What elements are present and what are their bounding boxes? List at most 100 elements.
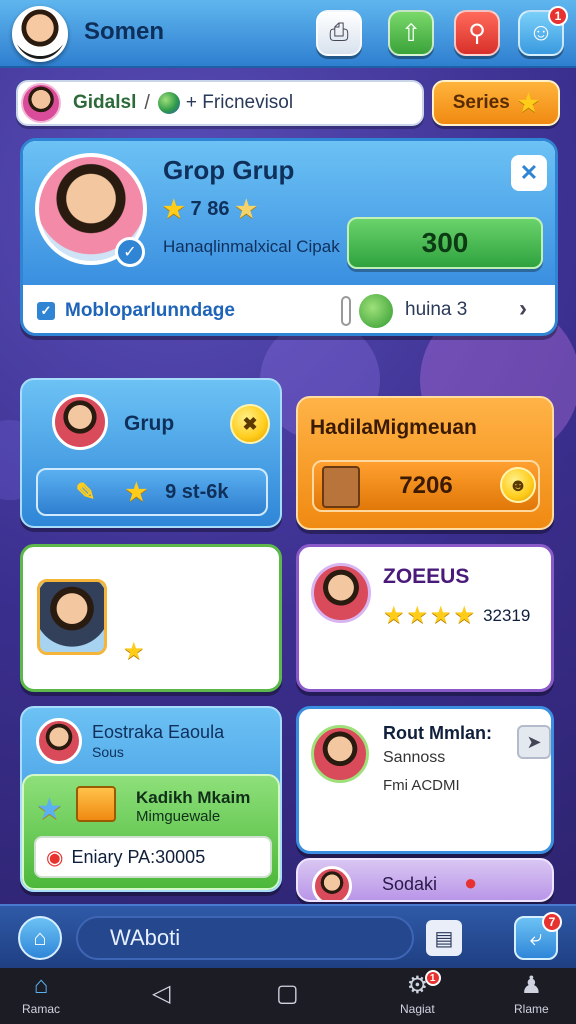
nav-settings-label: Nagiat [400, 1002, 435, 1016]
zoeeus-title: ZOEEUS [383, 565, 470, 588]
home-icon: ⌂ [33, 972, 49, 999]
nav-overview[interactable]: ▢ [276, 980, 299, 1008]
zoeeus-tile[interactable]: ZOEEUS ★ ★ ★ ★ 32319 [296, 544, 554, 692]
star-icon: ★ [163, 196, 185, 223]
chat-bubble-icon: ☺ [528, 19, 554, 46]
eauba-stars-row: ★ [123, 637, 149, 666]
close-icon: ✕ [519, 160, 539, 185]
chest-icon [322, 466, 360, 508]
home-icon: ⌂ [33, 925, 47, 950]
sodaki-tile[interactable]: Sodaki ● [296, 858, 554, 902]
share-badge: 7 [542, 912, 562, 932]
zoeeus-rating: ★ ★ ★ ★ 32319 [383, 601, 530, 630]
person-icon: ♟ [520, 972, 543, 999]
nav-settings[interactable]: ⚙ Nagiat 1 [400, 970, 441, 1016]
printer-button[interactable]: ⎙ [316, 10, 362, 56]
coin-icon: ☻ [500, 467, 536, 503]
festrak-title: Eostraka Eaoula [92, 722, 225, 742]
star-icon: ★ [406, 602, 429, 629]
star-outline-icon: ★ [235, 196, 257, 223]
document-button[interactable]: ▤ [426, 920, 462, 956]
profile-header: ✓ Grop Grup ★ 7 86 ★ Hanaqlinmalxical Ci… [23, 141, 555, 285]
home-upload-button[interactable]: ⇧ [388, 10, 434, 56]
chat-button[interactable]: ☺ 1 [518, 6, 568, 56]
group-avatar [52, 394, 108, 450]
search-subtext: + Fricnevisol [185, 92, 294, 113]
kadikh-code-field[interactable]: ◉ Eniary PA:30005 [34, 836, 272, 878]
nav-profile[interactable]: ♟ Rlame [514, 972, 549, 1016]
festrak-tile[interactable]: Eostraka Eaoula Sous ★ Kadikh Mkaim Mimg… [20, 706, 282, 892]
kadikh-sub: Mimguewale [136, 808, 221, 825]
balloon-icon: ● [464, 870, 478, 895]
search-avatar [21, 83, 61, 123]
rout-avatar [311, 725, 369, 783]
checkbox-label: Mobloparlunndage [65, 300, 235, 321]
option-value: huina 3 [405, 299, 468, 320]
nav-back[interactable]: ◁ [152, 980, 170, 1008]
option-checkbox[interactable]: ✓ [37, 302, 55, 320]
printer-icon: ⎙ [329, 19, 349, 46]
sodaki-title: Sodaki [382, 874, 438, 894]
zoeeus-avatar [311, 563, 371, 623]
chevron-right-icon[interactable]: › [519, 295, 527, 323]
reward-value: 7206 [399, 472, 453, 499]
score-button[interactable]: 300 [347, 217, 543, 269]
rout-line1: Sannoss [383, 749, 446, 766]
group-tile[interactable]: Grup ✖ ✎ ★ 9 st-6k [20, 378, 282, 528]
nav-home[interactable]: ⌂ Ramac [22, 972, 60, 1016]
search-separator: / [144, 91, 150, 114]
square-icon: ▢ [276, 980, 299, 1007]
festrak-avatar [36, 718, 82, 764]
star-icon: ★ [125, 478, 148, 506]
zoeeus-value: 32319 [483, 605, 531, 625]
home-button[interactable]: ⌂ [18, 916, 62, 960]
kadikh-code: Eniary PA:30005 [71, 846, 206, 867]
rout-title: Rout Mmlan: [383, 723, 492, 743]
share-arrow-icon: ⤶ [529, 925, 543, 950]
kadikh-title: Kadikh Mkaim [136, 788, 251, 807]
reward-tile[interactable]: HadilaMigmeuan 7206 ☻ [296, 396, 554, 530]
profile-card: ✓ Grop Grup ★ 7 86 ★ Hanaqlinmalxical Ci… [20, 138, 558, 336]
profile-rating: ★ 7 86 ★ [163, 195, 257, 224]
profile-name: Grop Grup [163, 155, 295, 185]
key-button[interactable]: ⚲ [454, 10, 500, 56]
star-icon: ★ [123, 638, 145, 665]
search-label: Gidalsl [73, 92, 137, 113]
notification-badge: 1 [548, 6, 568, 26]
message-input[interactable]: WAboti [76, 916, 414, 960]
profile-subtitle: Hanaqlinmalxical Cipak [163, 237, 340, 256]
star-icon: ★ [383, 602, 405, 629]
nav-profile-label: Rlame [514, 1002, 549, 1016]
user-avatar[interactable] [12, 6, 68, 62]
series-button[interactable]: Series ★ [432, 80, 560, 126]
star-icon: ★ [430, 602, 452, 629]
eauba-avatar [37, 579, 107, 655]
home-upload-icon: ⇧ [400, 19, 422, 47]
profile-options-row[interactable]: ✓ Mobloparlunndage huina 3 › [23, 285, 555, 333]
tools-icon[interactable]: ✖ [230, 404, 270, 444]
bottom-toolbar: ⌂ WAboti ▤ ⤶ 7 [0, 904, 576, 968]
star-icon: ★ [453, 602, 476, 629]
slider-handle[interactable] [341, 296, 351, 326]
group-title: Grup [124, 412, 175, 435]
eauba-tile[interactable]: ★ [20, 544, 282, 692]
document-icon: ▤ [434, 927, 454, 950]
verified-check-icon: ✓ [115, 237, 145, 267]
search-bar[interactable]: Gidalsl / + Fricnevisol [16, 80, 424, 126]
kadikh-panel[interactable]: ★ Kadikh Mkaim Mimguewale ◉ Eniary PA:30… [22, 774, 280, 890]
nav-home-label: Ramac [22, 1002, 61, 1016]
gift-box-icon [76, 786, 116, 822]
rout-tile[interactable]: Rout Mmlan: Sannoss Fmi ACDMI ➤ [296, 706, 554, 854]
star-icon: ★ [517, 89, 540, 117]
group-stat: 9 st-6k [165, 480, 229, 503]
pencil-icon: ✎ [75, 478, 96, 506]
rout-expand-button[interactable]: ➤ [517, 725, 551, 759]
close-button[interactable]: ✕ [511, 155, 547, 191]
share-button[interactable]: ⤶ 7 [514, 912, 562, 960]
top-bar: Somen ⎙ ⇧ ⚲ ☺ 1 [0, 0, 576, 68]
series-label: Series [452, 92, 510, 113]
system-nav-bar: ⌂ Ramac ◁ ▢ ⚙ Nagiat 1 ♟ Rlame [0, 968, 576, 1024]
rout-line2: Fmi ACDMI [383, 777, 460, 794]
frog-icon [359, 294, 393, 328]
back-triangle-icon: ◁ [152, 980, 171, 1007]
